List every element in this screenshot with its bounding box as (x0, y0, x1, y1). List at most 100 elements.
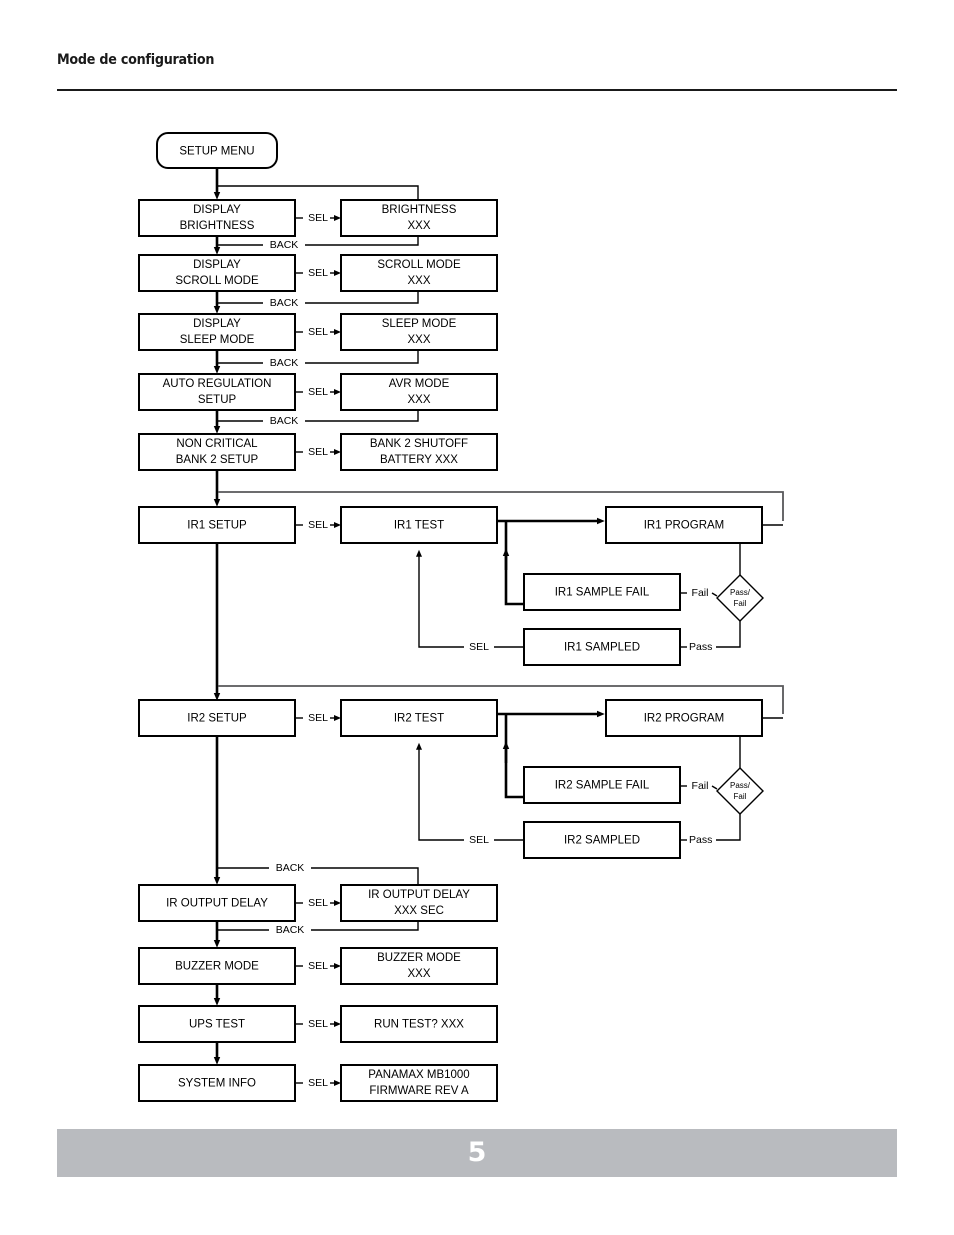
node-ir-output-delay-value: IR OUTPUT DELAY XXX SEC (340, 884, 498, 922)
node-ir1-setup: IR1 SETUP (138, 506, 296, 544)
edge-label-sel-row1: SEL (308, 212, 328, 224)
edge-decision-pass-ir2 (716, 814, 741, 841)
node-avr-mode-value: AVR MODE XXX (340, 373, 498, 411)
node-ir2-test: IR2 TEST (340, 699, 498, 737)
node-avr-mode-line2: XXX (407, 394, 430, 406)
node-buzzer-mode-value: BUZZER MODE XXX (340, 947, 498, 985)
edge-label-back-2: BACK (270, 297, 299, 309)
node-display-sleep-mode: DISPLAY SLEEP MODE (138, 313, 296, 351)
node-ir-output-delay-value-line2: XXX SEC (394, 905, 444, 917)
edge-label-sel-ups: SEL (308, 1018, 328, 1030)
edge-label-back-delay: BACK (276, 924, 305, 936)
node-avr-mode-line1: AVR MODE (389, 378, 450, 390)
node-display-brightness: DISPLAY BRIGHTNESS (138, 199, 296, 237)
decision-ir1-line2: Fail (734, 599, 747, 608)
edge-label-sel-sysinfo: SEL (308, 1077, 328, 1089)
node-sleep-mode-value-line1: SLEEP MODE (382, 318, 457, 330)
decision-ir2-line1: Pass/ (730, 781, 751, 790)
node-ir2-sampled-label: IR2 SAMPLED (564, 835, 640, 847)
node-ir1-sampled-label: IR1 SAMPLED (564, 642, 640, 654)
edge-ir1-samplefail-return-path (504, 521, 524, 606)
decision-ir2-line2: Fail (734, 792, 747, 801)
node-system-info: SYSTEM INFO (138, 1064, 296, 1102)
node-ir1-test-label: IR1 TEST (394, 520, 444, 532)
node-ir2-sampled: IR2 SAMPLED (523, 821, 681, 859)
node-firmware-info: PANAMAX MB1000 FIRMWARE REV A (340, 1064, 498, 1102)
node-firmware-line1: PANAMAX MB1000 (368, 1069, 469, 1081)
node-display-scroll-line1: DISPLAY (193, 259, 241, 271)
edge-label-pass-ir2: Pass (689, 834, 712, 846)
edge-ir1sampled-to-ir1test (416, 549, 464, 648)
edge-label-sel-row4: SEL (308, 386, 328, 398)
decision-ir1-pass-fail: Pass/ Fail (716, 574, 764, 622)
node-auto-regulation-line2: SETUP (198, 394, 237, 406)
node-ir1-program: IR1 PROGRAM (605, 506, 763, 544)
edge-fail-stub-right-ir2 (711, 785, 718, 790)
node-non-critical-line2: BANK 2 SETUP (176, 454, 259, 466)
node-ir1-setup-label: IR1 SETUP (187, 520, 247, 532)
edge-label-sel-buzzer: SEL (308, 960, 328, 972)
decision-ir2-pass-fail: Pass/ Fail (716, 767, 764, 815)
node-system-info-label: SYSTEM INFO (178, 1078, 256, 1090)
edge-decision-pass-ir1 (716, 621, 741, 648)
node-sleep-mode-value: SLEEP MODE XXX (340, 313, 498, 351)
edge-ir2-samplefail-return-path (504, 714, 524, 799)
edge-label-back-1: BACK (270, 239, 299, 251)
decision-ir1-line1: Pass/ (730, 588, 751, 597)
node-ir-output-delay-value-line1: IR OUTPUT DELAY (368, 889, 470, 901)
node-ir1-program-label: IR1 PROGRAM (644, 520, 725, 532)
page-footer-bar: 5 (57, 1129, 897, 1177)
manual-page: Mode de configuration SETUP MENU DISPLAY (0, 0, 954, 1235)
node-buzzer-mode: BUZZER MODE (138, 947, 296, 985)
node-scroll-mode-value-line2: XXX (407, 275, 430, 287)
edge-back-delay-right (311, 921, 419, 931)
edge-spine-to-brightness-top (217, 185, 419, 200)
node-brightness-value-line1: BRIGHTNESS (382, 204, 457, 216)
edge-ir2sampled-to-ir2test (416, 742, 464, 841)
node-ir2-sample-fail-label: IR2 SAMPLE FAIL (555, 780, 650, 792)
node-ir-output-delay: IR OUTPUT DELAY (138, 884, 296, 922)
node-non-critical-bank2: NON CRITICAL BANK 2 SETUP (138, 433, 296, 471)
edge-label-fail-ir1: Fail (692, 587, 709, 599)
edge-label-fail-ir2: Fail (692, 780, 709, 792)
edge-back-2-right (305, 291, 419, 304)
node-auto-regulation-setup: AUTO REGULATION SETUP (138, 373, 296, 411)
edge-label-pass-ir1: Pass (689, 641, 712, 653)
edge-fail-stub-right-ir1 (711, 592, 718, 597)
edge-label-sel-row2: SEL (308, 267, 328, 279)
node-bank2-shutoff-line1: BANK 2 SHUTOFF (370, 438, 468, 450)
node-ir1-sample-fail-label: IR1 SAMPLE FAIL (555, 587, 650, 599)
edge-back-4-right (305, 410, 419, 422)
edge-label-sel-row3: SEL (308, 326, 328, 338)
edge-back-ir2-right (311, 867, 419, 885)
setup-menu-flowchart: SETUP MENU DISPLAY BRIGHTNESS BRIGHTNESS… (138, 132, 784, 1102)
node-auto-regulation-line1: AUTO REGULATION (163, 378, 272, 390)
node-ir2-sample-fail: IR2 SAMPLE FAIL (523, 766, 681, 804)
node-run-test: RUN TEST? XXX (340, 1005, 498, 1043)
node-display-brightness-line2: BRIGHTNESS (180, 220, 255, 232)
node-display-scroll-mode: DISPLAY SCROLL MODE (138, 254, 296, 292)
node-run-test-label: RUN TEST? XXX (374, 1019, 464, 1031)
node-ir-output-delay-label: IR OUTPUT DELAY (166, 898, 268, 910)
edge-back-3-right (305, 350, 419, 364)
node-ups-test-label: UPS TEST (189, 1019, 245, 1031)
node-display-brightness-line1: DISPLAY (193, 204, 241, 216)
node-ir2-setup-label: IR2 SETUP (187, 713, 247, 725)
node-ir1-test: IR1 TEST (340, 506, 498, 544)
edge-label-sel-delay: SEL (308, 897, 328, 909)
node-buzzer-mode-value-line1: BUZZER MODE (377, 952, 461, 964)
edge-label-back-4: BACK (270, 415, 299, 427)
edge-label-sel-ir2: SEL (308, 712, 328, 724)
page-number: 5 (467, 1137, 487, 1168)
node-ir2-test-label: IR2 TEST (394, 713, 444, 725)
node-sleep-mode-value-line2: XXX (407, 334, 430, 346)
node-brightness-value: BRIGHTNESS XXX (340, 199, 498, 237)
node-scroll-mode-value-line1: SCROLL MODE (377, 259, 461, 271)
node-bank2-shutoff-line2: BATTERY XXX (380, 454, 458, 466)
node-display-sleep-line1: DISPLAY (193, 318, 241, 330)
edge-label-back-3: BACK (270, 357, 299, 369)
node-buzzer-mode-label: BUZZER MODE (175, 961, 259, 973)
node-non-critical-line1: NON CRITICAL (176, 438, 258, 450)
node-ir1-sampled: IR1 SAMPLED (523, 628, 681, 666)
node-setup-menu: SETUP MENU (156, 132, 278, 169)
